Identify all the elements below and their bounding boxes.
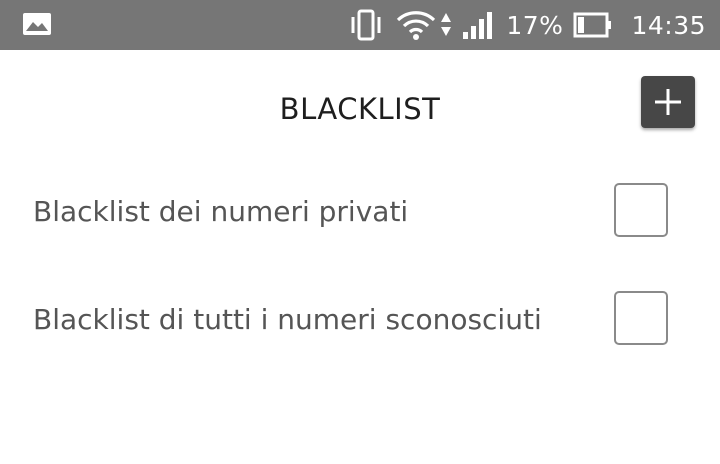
private-numbers-checkbox[interactable] xyxy=(614,183,668,237)
battery-percent: 17% xyxy=(506,10,564,40)
vibrate-icon xyxy=(348,9,384,41)
add-button[interactable] xyxy=(641,76,695,128)
page-title: BLACKLIST xyxy=(279,92,441,126)
wifi-icon xyxy=(396,9,436,41)
option-label: Blacklist dei numeri privati xyxy=(33,195,409,228)
unknown-numbers-checkbox[interactable] xyxy=(614,291,668,345)
plus-icon xyxy=(655,89,681,115)
image-notification-icon xyxy=(22,12,52,36)
data-activity-icon xyxy=(440,11,452,39)
option-unknown-numbers[interactable]: Blacklist di tutti i numeri sconosciuti xyxy=(0,290,720,350)
option-label: Blacklist di tutti i numeri sconosciuti xyxy=(33,303,542,336)
signal-icon xyxy=(462,10,496,40)
battery-icon xyxy=(573,11,613,39)
status-icons: 17% 14:35 xyxy=(348,0,706,50)
status-bar: 17% 14:35 xyxy=(0,0,720,50)
option-private-numbers[interactable]: Blacklist dei numeri privati xyxy=(0,182,720,242)
clock: 14:35 xyxy=(631,10,706,40)
blacklist-screen: BLACKLIST Blacklist dei numeri privati B… xyxy=(0,50,720,464)
